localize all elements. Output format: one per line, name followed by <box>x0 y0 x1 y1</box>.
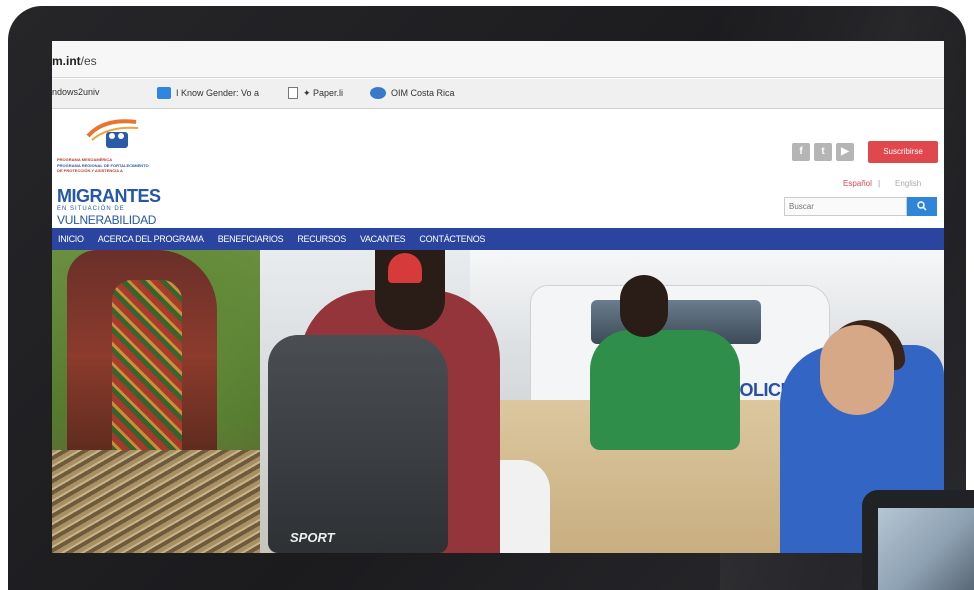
monitor: m.int/es ndows2univ I Know Gender: Vo a … <box>0 0 974 590</box>
search-input[interactable] <box>784 197 907 216</box>
search-icon <box>917 201 927 211</box>
bookmark-item[interactable]: OIM Costa Rica <box>370 87 455 99</box>
logo-line: DE PROTECCIÓN Y ASISTENCIA A <box>57 168 123 173</box>
bookmarks-bar: ndows2univ I Know Gender: Vo a ✦ Paper.l… <box>52 79 944 109</box>
hero-man-green-head <box>620 275 668 337</box>
site-header: PROGRAMA MESOAMÉRICA PROGRAMA REGIONAL D… <box>52 110 944 228</box>
url-text[interactable]: m.int/es <box>52 54 97 68</box>
url-host: m.int <box>52 54 81 68</box>
logo-program-text: PROGRAMA MESOAMÉRICA PROGRAMA REGIONAL D… <box>57 157 177 174</box>
nav-item-vacantes[interactable]: VACANTES <box>360 234 406 244</box>
bookmark-label: OIM Costa Rica <box>391 88 455 98</box>
logo-subtitle: EN SITUACIÓN DE <box>57 206 125 212</box>
lang-separator: | <box>878 179 881 188</box>
hero-banner[interactable]: POLICIA SPORT <box>52 250 944 553</box>
page-icon <box>288 87 298 99</box>
hero-photo-field <box>52 250 260 553</box>
tablet-screen <box>878 508 974 590</box>
nav-item-inicio[interactable]: INICIO <box>58 234 84 244</box>
logo-icon <box>86 119 139 148</box>
oim-icon <box>370 87 386 99</box>
search-button[interactable] <box>907 197 937 216</box>
main-nav: INICIO ACERCA DEL PROGRAMA BENEFICIARIOS… <box>52 228 944 250</box>
browser-screen: m.int/es ndows2univ I Know Gender: Vo a … <box>52 41 944 553</box>
bookmark-item[interactable]: ✦ Paper.li <box>288 87 343 99</box>
nav-item-beneficiarios[interactable]: BENEFICIARIOS <box>218 234 284 244</box>
nav-item-recursos[interactable]: RECURSOS <box>297 234 346 244</box>
nav-item-contactenos[interactable]: CONTÁCTENOS <box>419 234 485 244</box>
logo-title[interactable]: MIGRANTES <box>57 186 161 207</box>
url-path: /es <box>80 54 97 68</box>
logo-bottom: VULNERABILIDAD <box>57 213 157 227</box>
bookmark-label: I Know Gender: Vo a <box>176 88 260 98</box>
lang-english-link[interactable]: English <box>895 179 921 188</box>
backpack-label: SPORT <box>290 530 335 545</box>
youtube-icon[interactable]: ▶ <box>836 143 854 161</box>
app-icon <box>157 87 171 99</box>
twitter-icon[interactable]: t <box>814 143 832 161</box>
hero-red-cap <box>388 253 422 283</box>
hero-ground <box>52 450 260 553</box>
bookmark-label: ✦ Paper.li <box>303 87 344 98</box>
bookmark-item[interactable]: ndows2univ <box>52 87 100 97</box>
subscribe-button[interactable]: Suscribirse <box>868 141 938 163</box>
hero-woman-head <box>820 325 894 415</box>
address-bar[interactable]: m.int/es <box>52 41 944 78</box>
hero-photo-camp: POLICIA SPORT <box>260 250 944 553</box>
facebook-icon[interactable]: f <box>792 143 810 161</box>
nav-item-acerca[interactable]: ACERCA DEL PROGRAMA <box>98 234 204 244</box>
bookmark-label: ndows2univ <box>52 87 100 97</box>
lang-spanish-link[interactable]: Español <box>843 179 872 188</box>
bookmark-item[interactable]: I Know Gender: Vo a <box>157 87 259 99</box>
hero-backpack <box>268 335 448 553</box>
hero-man-green <box>590 330 740 450</box>
